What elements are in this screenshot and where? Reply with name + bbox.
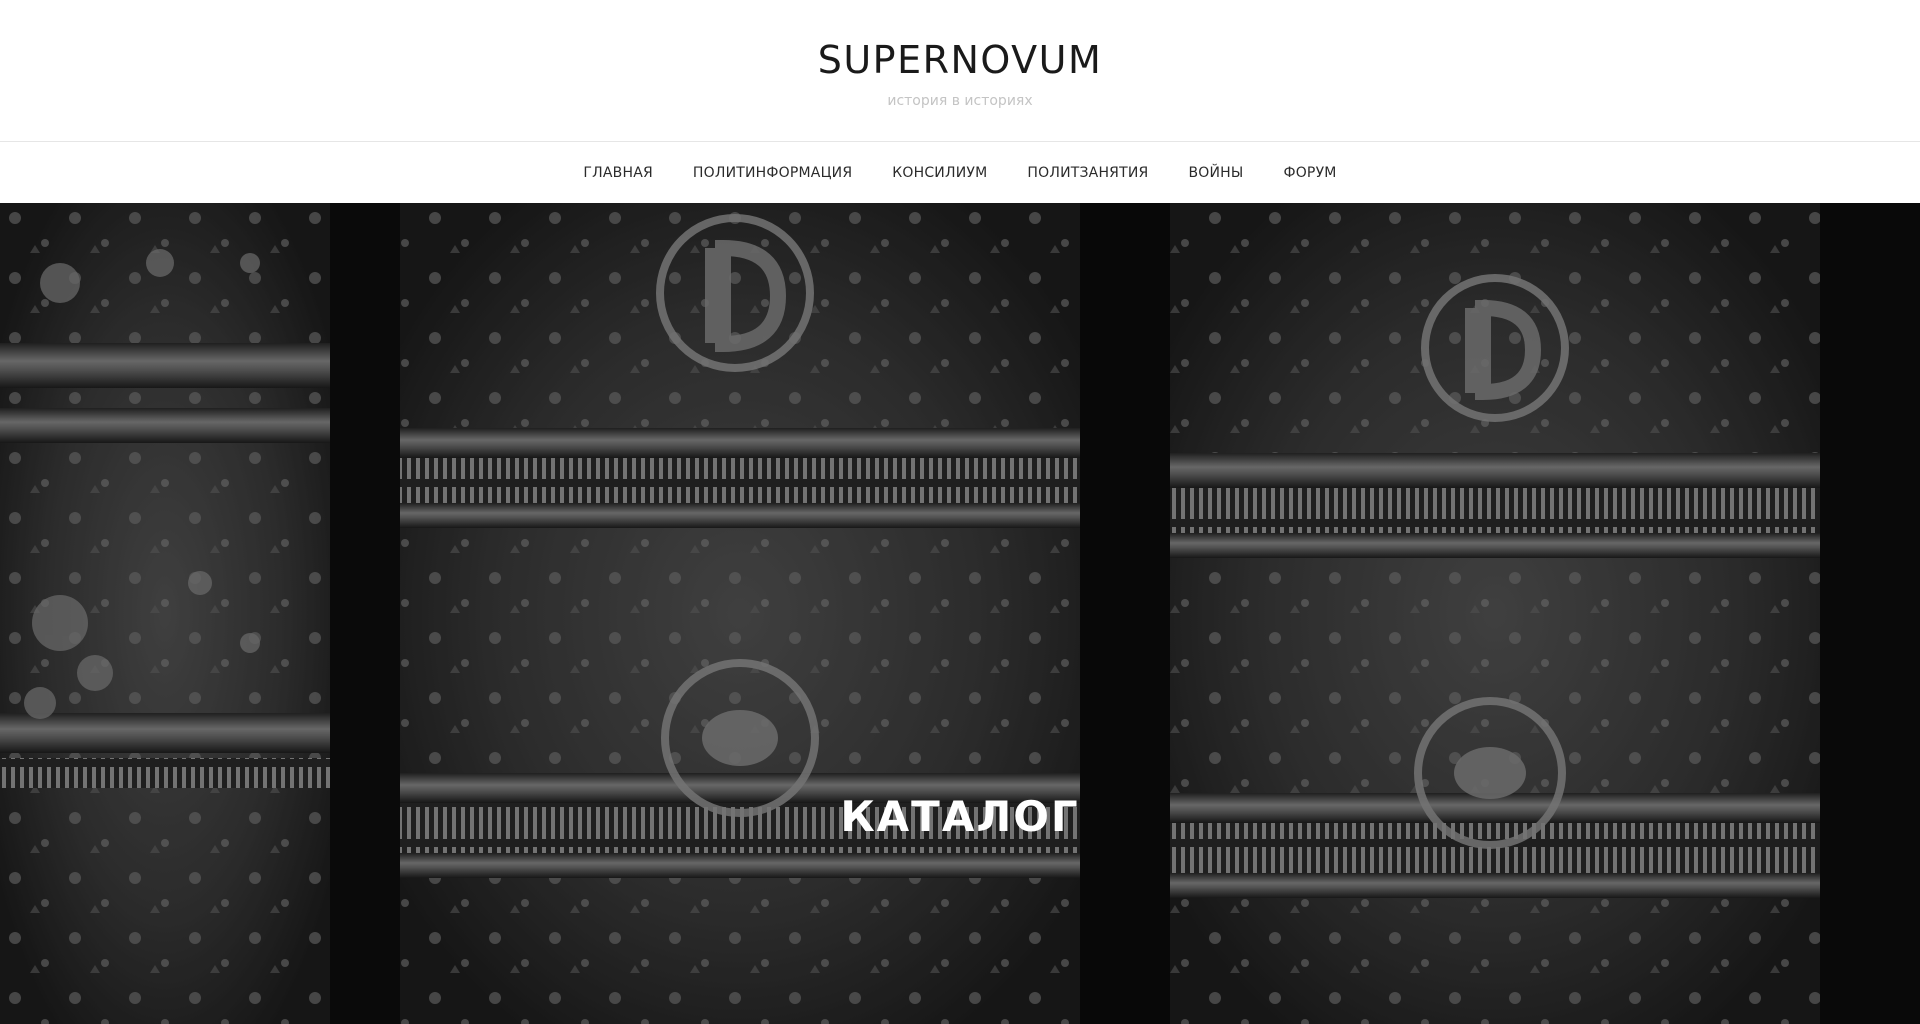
hero-background-image [0,203,1920,1024]
site-header: SUPERNOVUM история в историях [0,0,1920,141]
hero-banner: КАТАЛОГ [0,203,1920,1024]
nav-item-home[interactable]: ГЛАВНАЯ [583,165,652,181]
main-navigation: ГЛАВНАЯ ПОЛИТИНФОРМАЦИЯ КОНСИЛИУМ ПОЛИТЗ… [0,141,1920,203]
hero-title: КАТАЛОГ [840,792,1080,841]
site-title[interactable]: SUPERNOVUM [0,36,1920,84]
nav-item-politzanyatiya[interactable]: ПОЛИТЗАНЯТИЯ [1027,165,1148,181]
nav-item-wars[interactable]: ВОЙНЫ [1188,165,1243,181]
site-tagline: история в историях [887,93,1033,109]
nav-item-forum[interactable]: ФОРУМ [1283,165,1336,181]
nav-item-konsilium[interactable]: КОНСИЛИУМ [892,165,987,181]
nav-item-politinformation[interactable]: ПОЛИТИНФОРМАЦИЯ [693,165,852,181]
